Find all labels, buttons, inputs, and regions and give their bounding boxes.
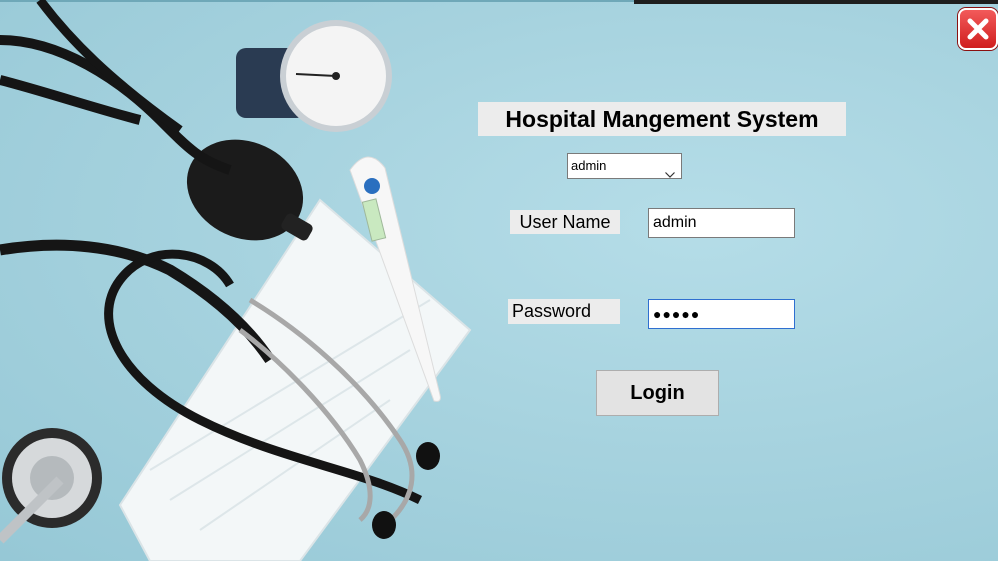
- pressure-gauge-image: [236, 20, 392, 132]
- password-input[interactable]: ●●●●●: [648, 299, 795, 329]
- role-select[interactable]: admin: [567, 153, 682, 179]
- stethoscope-chestpiece-image: [0, 428, 102, 544]
- close-button[interactable]: [958, 8, 998, 50]
- chevron-down-icon: [665, 162, 675, 186]
- password-label: Password: [508, 299, 620, 324]
- close-icon: [965, 16, 991, 42]
- role-select-value: admin: [571, 158, 607, 173]
- login-button[interactable]: Login: [596, 370, 719, 416]
- page-title: Hospital Mangement System: [478, 102, 846, 136]
- username-label: User Name: [510, 210, 620, 234]
- username-input[interactable]: admin: [648, 208, 795, 238]
- medical-illustration: [0, 0, 472, 561]
